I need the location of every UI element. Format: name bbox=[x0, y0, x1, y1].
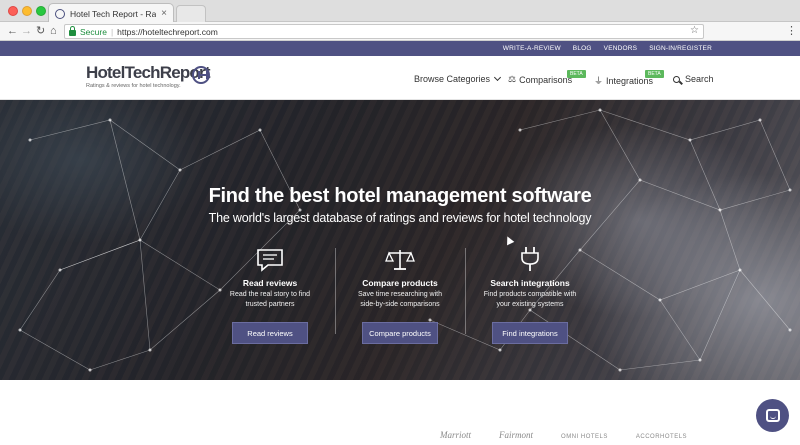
feature-title: Compare products bbox=[362, 278, 438, 288]
site-favicon-icon bbox=[55, 8, 65, 19]
hero-banner: Find the best hotel management software … bbox=[0, 100, 800, 380]
hero-title: Find the best hotel management software bbox=[208, 185, 592, 207]
feature-search-integrations: Search integrations Find products compat… bbox=[465, 246, 595, 344]
blog-link[interactable]: BLOG bbox=[573, 45, 592, 52]
browse-categories-label: Browse Categories bbox=[414, 74, 491, 84]
back-icon[interactable]: ← bbox=[7, 24, 18, 38]
browser-menu-icon[interactable]: ⋮ bbox=[786, 24, 797, 37]
url-text: https://hoteltechreport.com bbox=[117, 26, 218, 37]
logo-tagline: Ratings & reviews for hotel technology. bbox=[86, 83, 181, 89]
comparisons-link[interactable]: ⚖ Comparisons bbox=[508, 74, 572, 85]
new-tab-button[interactable] bbox=[176, 5, 206, 22]
chat-icon bbox=[765, 409, 780, 422]
secure-label: Secure bbox=[80, 26, 107, 37]
home-icon[interactable]: ⌂ bbox=[50, 24, 57, 38]
logo-h-icon bbox=[192, 66, 210, 84]
feature-description-line2: side-by-side comparisons bbox=[360, 300, 440, 308]
search-link[interactable]: Search bbox=[673, 74, 714, 84]
feature-description-line1: Read the real story to find bbox=[229, 291, 311, 298]
feature-description-line1: Find products compatible with bbox=[483, 291, 577, 298]
reload-icon[interactable]: ↻ bbox=[36, 24, 45, 38]
integrations-beta-badge: BETA bbox=[645, 70, 664, 78]
close-window-button[interactable] bbox=[8, 6, 18, 16]
browse-categories-menu[interactable]: Browse Categories bbox=[414, 73, 502, 84]
sign-in-register-link[interactable]: SIGN-IN/REGISTER bbox=[649, 45, 712, 52]
partner-logo: Fairmont bbox=[499, 430, 534, 440]
partner-logo: Marriott bbox=[440, 430, 472, 440]
plug-icon bbox=[465, 246, 595, 272]
browser-toolbar: ← → ↻ ⌂ Secure | https://hoteltechreport… bbox=[0, 22, 800, 41]
partner-logo: ACCORHOTELS bbox=[635, 434, 688, 440]
feature-title: Search integrations bbox=[490, 278, 570, 288]
chat-bubble-icon bbox=[205, 246, 335, 272]
address-separator: | bbox=[110, 26, 114, 37]
write-a-review-link[interactable]: WRITE-A-REVIEW bbox=[503, 45, 561, 52]
feature-description-line1: Save time researching with bbox=[357, 291, 443, 298]
vendors-link[interactable]: VENDORS bbox=[604, 45, 638, 52]
tab-title: Hotel Tech Report - Ratings a bbox=[70, 8, 157, 19]
tab-close-icon[interactable]: × bbox=[161, 8, 167, 19]
address-bar[interactable]: Secure | https://hoteltechreport.com ☆ bbox=[64, 24, 704, 39]
maximize-window-button[interactable] bbox=[36, 6, 46, 16]
comparisons-beta-badge: BETA bbox=[567, 70, 586, 78]
feature-description-line2: your existing systems bbox=[496, 300, 564, 308]
utility-bar: WRITE-A-REVIEW BLOG VENDORS SIGN-IN/REGI… bbox=[0, 41, 800, 56]
find-integrations-button[interactable]: Find integrations bbox=[492, 322, 568, 344]
feature-compare-products: Compare products Save time researching w… bbox=[335, 246, 465, 344]
read-reviews-button[interactable]: Read reviews bbox=[232, 322, 308, 344]
hero-subtitle: The world's largest database of ratings … bbox=[208, 211, 592, 225]
scales-icon bbox=[335, 246, 465, 272]
site-logo[interactable]: HotelTechReport Ratings & reviews for ho… bbox=[86, 64, 211, 90]
browser-tab-active[interactable]: Hotel Tech Report - Ratings a × bbox=[48, 3, 174, 23]
feature-description-line2: trusted partners bbox=[245, 300, 295, 308]
forward-icon[interactable]: → bbox=[21, 24, 32, 38]
partner-logo: OMNI HOTELS bbox=[561, 434, 608, 440]
partner-logos-strip: Marriott Fairmont OMNI HOTELS ACCORHOTEL… bbox=[440, 430, 687, 440]
chat-widget-button[interactable] bbox=[756, 399, 789, 432]
feature-title: Read reviews bbox=[242, 278, 298, 288]
minimize-window-button[interactable] bbox=[22, 6, 32, 16]
search-icon bbox=[673, 75, 680, 83]
scales-icon: ⚖ bbox=[508, 74, 517, 84]
browser-tab-bar: Hotel Tech Report - Ratings a × bbox=[0, 0, 800, 23]
comparisons-label: Comparisons bbox=[519, 74, 573, 85]
main-header: HotelTechReport Ratings & reviews for ho… bbox=[0, 56, 800, 100]
bookmark-star-icon[interactable]: ☆ bbox=[690, 25, 699, 36]
compare-products-button[interactable]: Compare products bbox=[362, 322, 438, 344]
search-label: Search bbox=[685, 74, 714, 84]
feature-read-reviews: Read reviews Read the real story to find… bbox=[205, 246, 335, 344]
plug-icon: ⏚ bbox=[594, 76, 604, 86]
chevron-down-icon bbox=[494, 73, 502, 82]
lock-icon bbox=[69, 25, 76, 36]
